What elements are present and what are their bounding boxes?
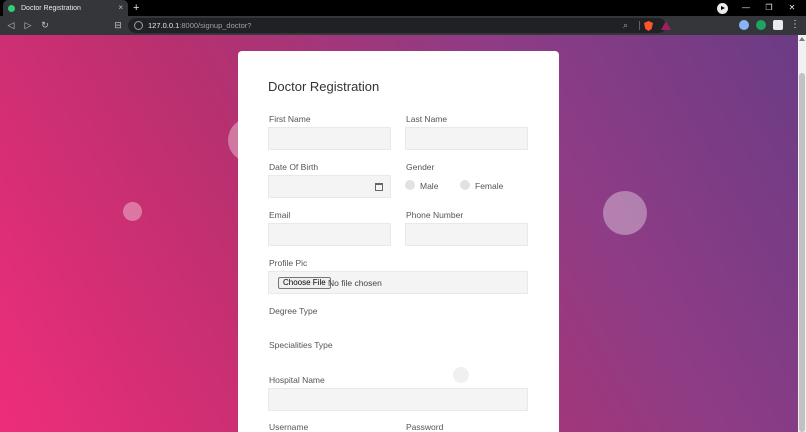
last-name-label: Last Name: [406, 114, 448, 124]
minimize-button[interactable]: —: [739, 1, 753, 15]
decorative-bubble: [453, 367, 469, 383]
gender-male-label: Male: [420, 181, 439, 191]
gender-female-radio[interactable]: [460, 180, 470, 190]
registration-card: Doctor Registration First Name Last Name…: [238, 51, 559, 432]
gender-female-label: Female: [475, 181, 504, 191]
first-name-label: First Name: [269, 114, 311, 124]
profile-extension-icon[interactable]: [739, 20, 749, 30]
zoom-icon[interactable]: ⌕: [623, 19, 628, 32]
gender-label: Gender: [406, 162, 435, 172]
bookmark-icon[interactable]: ⊟: [112, 19, 124, 32]
tab-strip: Doctor Registration × + — ❐ ✕: [0, 0, 806, 16]
favicon-icon: [8, 4, 15, 12]
hospital-name-label: Hospital Name: [269, 375, 325, 385]
brave-shield-icon[interactable]: [644, 21, 653, 31]
media-control-icon[interactable]: [717, 3, 728, 14]
url-text[interactable]: 127.0.0.1:8000/signup_doctor?: [148, 20, 251, 31]
tab-title: Doctor Registration: [21, 4, 81, 12]
hospital-name-input[interactable]: [268, 388, 528, 411]
browser-menu-icon[interactable]: ⋮: [790, 17, 800, 32]
browser-toolbar: ◁ ▷ ↻ ⊟ 127.0.0.1:8000/signup_doctor? ⌕ …: [0, 16, 806, 35]
specialities-type-label: Specialities Type: [269, 340, 333, 350]
brave-rewards-icon[interactable]: [661, 21, 671, 30]
scroll-up-icon[interactable]: [799, 37, 805, 41]
decorative-bubble: [603, 191, 647, 235]
phone-label: Phone Number: [406, 210, 464, 220]
omnibox-divider: [639, 21, 640, 30]
degree-type-label: Degree Type: [269, 306, 318, 316]
gender-male-radio[interactable]: [405, 180, 415, 190]
file-status-text: No file chosen: [328, 278, 382, 288]
email-label: Email: [269, 210, 291, 220]
url-host: 127.0.0.1: [148, 21, 180, 30]
page-viewport: Doctor Registration First Name Last Name…: [0, 35, 798, 432]
back-button[interactable]: ◁: [5, 19, 17, 32]
new-tab-button[interactable]: +: [133, 2, 139, 14]
tab-close-icon[interactable]: ×: [118, 4, 123, 12]
profile-pic-input[interactable]: Choose File No file chosen: [268, 271, 528, 294]
site-info-icon[interactable]: [134, 21, 143, 30]
password-label: Password: [406, 422, 444, 432]
url-path: :8000/signup_doctor?: [179, 21, 252, 30]
address-bar[interactable]: 127.0.0.1:8000/signup_doctor? ⌕: [128, 18, 671, 33]
choose-file-button[interactable]: Choose File: [278, 277, 331, 289]
grammarly-extension-icon[interactable]: [756, 20, 766, 30]
decorative-bubble: [123, 202, 142, 221]
maximize-button[interactable]: ❐: [762, 1, 776, 15]
page-title: Doctor Registration: [268, 79, 380, 94]
dob-input[interactable]: [268, 175, 391, 198]
email-input[interactable]: [268, 223, 391, 246]
forward-button[interactable]: ▷: [22, 19, 34, 32]
page-scrollbar[interactable]: [798, 35, 806, 432]
reload-button[interactable]: ↻: [39, 19, 51, 32]
profile-pic-label: Profile Pic: [269, 258, 308, 268]
browser-tab[interactable]: Doctor Registration ×: [3, 0, 128, 16]
extensions-puzzle-icon[interactable]: [773, 20, 783, 30]
last-name-input[interactable]: [405, 127, 528, 150]
scrollbar-thumb[interactable]: [799, 73, 805, 432]
dob-label: Date Of Birth: [269, 162, 319, 172]
username-label: Username: [269, 422, 309, 432]
first-name-input[interactable]: [268, 127, 391, 150]
phone-input[interactable]: [405, 223, 528, 246]
close-window-button[interactable]: ✕: [785, 1, 799, 15]
calendar-icon[interactable]: [375, 183, 383, 191]
